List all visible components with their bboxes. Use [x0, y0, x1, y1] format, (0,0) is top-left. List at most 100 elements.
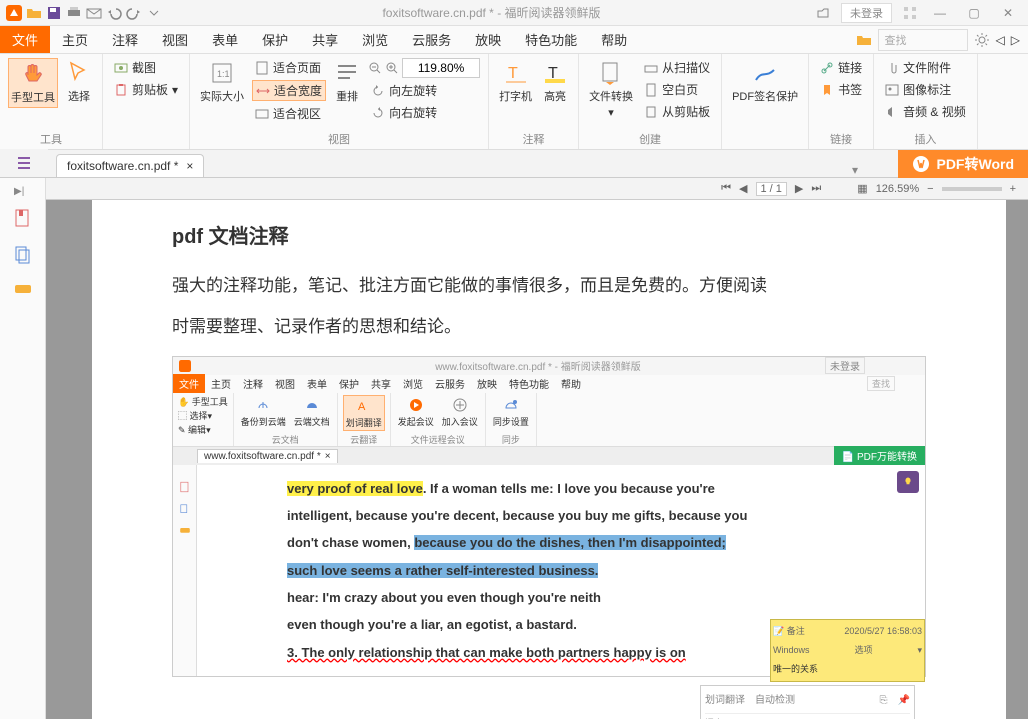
- gear-icon[interactable]: [974, 32, 990, 48]
- nested-select[interactable]: ⬚ 选择▾: [178, 409, 228, 422]
- nav-next-icon[interactable]: ▷: [1011, 33, 1020, 47]
- nested-comments-icon[interactable]: [179, 525, 191, 537]
- fit-visible-button[interactable]: 适合视区: [252, 104, 326, 123]
- trans-pin-icon[interactable]: 📌: [898, 690, 910, 711]
- audio-video-button[interactable]: 音频 & 视频: [882, 102, 969, 121]
- minimize-button[interactable]: —: [928, 6, 952, 20]
- zoom-input[interactable]: [402, 58, 480, 78]
- nested-tab[interactable]: www.foxitsoftware.cn.pdf *×: [197, 449, 338, 463]
- undo-icon[interactable]: [106, 5, 122, 21]
- fit-page-button[interactable]: 适合页面: [252, 58, 326, 77]
- nested-lightbulb-icon[interactable]: [897, 471, 919, 493]
- nested-hand[interactable]: ✋ 手型工具: [178, 395, 228, 408]
- comments-panel-icon[interactable]: [13, 280, 33, 300]
- grid-icon[interactable]: [902, 5, 918, 21]
- from-scanner-button[interactable]: 从扫描仪: [641, 58, 713, 77]
- link-button[interactable]: 链接: [817, 58, 865, 77]
- zoom-in-icon[interactable]: [385, 61, 399, 75]
- menu-feature[interactable]: 特色功能: [513, 26, 589, 53]
- menu-help[interactable]: 帮助: [589, 26, 639, 53]
- nested-login[interactable]: 未登录: [825, 357, 865, 374]
- from-clipboard-button[interactable]: 从剪贴板: [641, 102, 713, 121]
- nested-backup-cloud[interactable]: 备份到云端: [239, 395, 288, 429]
- prev-page-icon[interactable]: ◀: [739, 182, 747, 195]
- nested-cloud-doc[interactable]: 云端文档: [292, 395, 332, 429]
- tab-label: foxitsoftware.cn.pdf *: [67, 159, 178, 173]
- highlight-button[interactable]: T 高亮: [540, 58, 570, 106]
- nested-join-meeting[interactable]: 加入会议: [440, 395, 480, 429]
- folder-search-icon[interactable]: [856, 32, 872, 48]
- first-page-icon[interactable]: ⏮: [721, 182, 731, 195]
- clipboard-button[interactable]: 剪贴板▾: [111, 80, 181, 99]
- maximize-button[interactable]: ▢: [962, 6, 986, 20]
- panel-toggle-icon[interactable]: [0, 149, 48, 177]
- document-tab[interactable]: foxitsoftware.cn.pdf * ×: [56, 154, 204, 177]
- menu-comment[interactable]: 注释: [100, 26, 150, 53]
- tab-close-icon[interactable]: ×: [186, 159, 193, 173]
- image-annot-button[interactable]: 图像标注: [882, 80, 969, 99]
- screenshot-button[interactable]: 截图: [111, 58, 181, 77]
- search-input[interactable]: 查找: [878, 29, 968, 51]
- trans-title: 划词翻译: [705, 690, 745, 711]
- save-icon[interactable]: [46, 5, 62, 21]
- nested-edit[interactable]: ✎ 编辑▾: [178, 423, 228, 436]
- trans-copy-icon[interactable]: ⎘: [880, 690, 888, 711]
- nested-word-translate[interactable]: A划词翻译: [343, 395, 385, 431]
- typewriter-button[interactable]: T 打字机: [497, 58, 534, 106]
- open-icon[interactable]: [26, 5, 42, 21]
- menu-browse[interactable]: 浏览: [350, 26, 400, 53]
- pages-panel-icon[interactable]: [13, 244, 33, 264]
- rotate-right-button[interactable]: 向右旋转: [368, 103, 480, 122]
- layout-icon[interactable]: ▦: [857, 182, 867, 195]
- pdf-convert-button[interactable]: 📄 PDF万能转换: [834, 446, 925, 465]
- menu-form[interactable]: 表单: [200, 26, 250, 53]
- close-button[interactable]: ✕: [996, 6, 1020, 20]
- zoom-slider[interactable]: [942, 187, 1002, 191]
- menu-present[interactable]: 放映: [463, 26, 513, 53]
- menu-home[interactable]: 主页: [50, 26, 100, 53]
- nested-menu-file[interactable]: 文件: [173, 374, 205, 393]
- content-area: ⏮ ◀ 1 / 1 ▶ ⏭ ▦ 126.59% − + pdf 文档注释 强大的…: [46, 178, 1028, 719]
- nested-start-meeting[interactable]: 发起会议: [396, 395, 436, 429]
- login-status[interactable]: 未登录: [841, 3, 892, 23]
- bookmark-panel-icon[interactable]: [13, 208, 33, 228]
- page-indicator[interactable]: 1 / 1: [756, 182, 787, 196]
- menu-cloud[interactable]: 云服务: [400, 26, 463, 53]
- menu-protect[interactable]: 保护: [250, 26, 300, 53]
- trans-auto[interactable]: 自动检测: [755, 690, 795, 711]
- pdf-sign-button[interactable]: PDF签名保护: [730, 58, 800, 106]
- fit-width-button[interactable]: 适合宽度: [252, 80, 326, 101]
- expand-icon[interactable]: ▶|: [14, 186, 24, 197]
- menu-file[interactable]: 文件: [0, 26, 50, 53]
- blank-page-button[interactable]: 空白页: [641, 80, 713, 99]
- file-convert-button[interactable]: 文件转换▾: [587, 58, 635, 121]
- nested-search[interactable]: 查找: [867, 376, 895, 391]
- hand-tool-button[interactable]: 手型工具: [8, 58, 58, 108]
- mail-icon[interactable]: [86, 5, 102, 21]
- pdf-to-word-button[interactable]: PDF转Word: [898, 150, 1028, 178]
- nested-sync[interactable]: 同步设置: [491, 395, 531, 429]
- tab-menu-icon[interactable]: ▾: [852, 163, 858, 177]
- menu-view[interactable]: 视图: [150, 26, 200, 53]
- rotate-left-button[interactable]: 向左旋转: [368, 81, 480, 100]
- next-page-icon[interactable]: ▶: [795, 182, 803, 195]
- zoom-out-icon[interactable]: [368, 61, 382, 75]
- share-icon[interactable]: [815, 5, 831, 21]
- zoom-out-nav-icon[interactable]: −: [927, 183, 933, 195]
- attachment-button[interactable]: 文件附件: [882, 58, 969, 77]
- menu-share[interactable]: 共享: [300, 26, 350, 53]
- bookmark-button[interactable]: 书签: [817, 80, 865, 99]
- dropdown-icon[interactable]: [146, 5, 162, 21]
- redo-icon[interactable]: [126, 5, 142, 21]
- nav-prev-icon[interactable]: ◁: [996, 33, 1005, 47]
- nested-pages-icon[interactable]: [179, 503, 191, 515]
- sticky-note-popup[interactable]: 📝 备注 2020/5/27 16:58:03 Windows 选项▾ 唯一的关…: [770, 619, 925, 682]
- zoom-in-nav-icon[interactable]: +: [1010, 183, 1016, 195]
- actual-size-button[interactable]: 1:1 实际大小: [198, 58, 246, 106]
- last-page-icon[interactable]: ⏭: [811, 182, 821, 195]
- select-button[interactable]: 选择: [64, 58, 94, 106]
- print-icon[interactable]: [66, 5, 82, 21]
- nested-bookmark-icon[interactable]: [179, 481, 191, 493]
- reflow-button[interactable]: 重排: [332, 58, 362, 106]
- nested-menubar: 文件 主页 注释 视图 表单 保护 共享 浏览 云服务 放映 特色功能 帮助 查…: [173, 375, 925, 393]
